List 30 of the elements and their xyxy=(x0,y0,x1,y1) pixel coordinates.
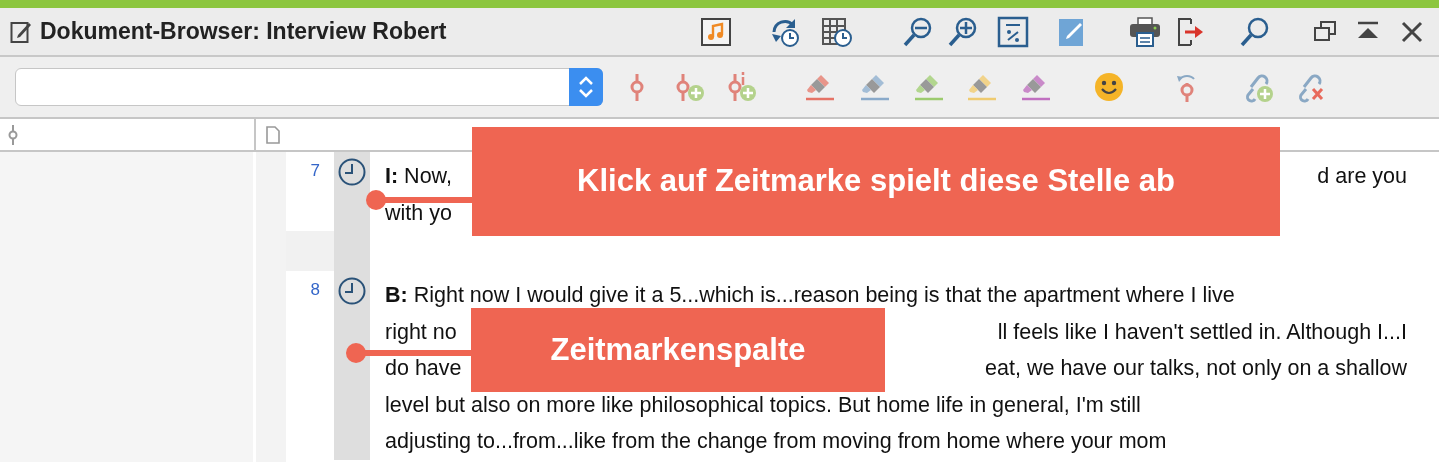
document-icon xyxy=(266,125,280,144)
line-number: 7 xyxy=(310,161,320,180)
pin-icon xyxy=(8,124,18,145)
number-cell xyxy=(286,231,334,271)
window-title: Dokument-Browser: Interview Robert xyxy=(40,17,447,47)
callout: Zeitmarkenspalte xyxy=(471,308,885,392)
printer-icon[interactable] xyxy=(1129,15,1161,48)
transcript-text: eat, we have our talks, not only on a shallow xyxy=(985,356,1407,381)
transcript-text: ll feels like I haven't settled in. Although I...I xyxy=(997,319,1407,344)
zoom-in-icon[interactable] xyxy=(947,15,979,48)
transcript-text: level but also on more like philosophical topics. But home life in general, I'm still xyxy=(385,392,1141,417)
actual-size-icon[interactable] xyxy=(997,15,1029,48)
smiley-icon[interactable] xyxy=(1093,71,1125,103)
clock-icon[interactable] xyxy=(337,276,367,306)
clock-icon[interactable] xyxy=(337,157,367,187)
music-note-icon[interactable] xyxy=(700,15,732,48)
transcript-text: with yo xyxy=(385,200,452,225)
transcript-text: right no xyxy=(385,319,457,344)
combo-box[interactable] xyxy=(15,68,603,106)
transcript-text: d are you xyxy=(1317,164,1407,189)
search-icon[interactable] xyxy=(1239,15,1271,48)
line-number: 8 xyxy=(310,280,320,299)
zoom-out-icon[interactable] xyxy=(902,15,934,48)
transcript-text: do have xyxy=(385,356,462,381)
callout: Klick auf Zeitmarke spielt diese Stelle ab xyxy=(472,127,1280,236)
transcript-text: B: Right now I would give it a 5...which is...reason being is that the apartment where I live xyxy=(385,283,1235,308)
edit-document-icon[interactable] xyxy=(10,19,32,44)
transcript-text: adjusting to...from...like from the change from moving from home where your mom xyxy=(385,429,1167,454)
table-clock-icon[interactable] xyxy=(821,15,853,48)
transcript-text: I: Now, xyxy=(385,164,452,189)
